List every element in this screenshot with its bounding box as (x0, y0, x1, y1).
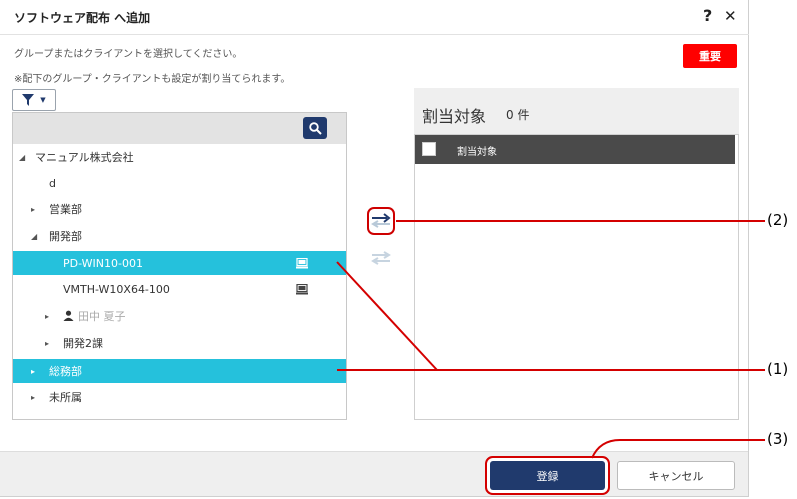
callout-2: (2) (767, 211, 789, 229)
callout-3: (3) (767, 430, 789, 448)
callout-1: (1) (767, 360, 789, 378)
callout-lines (336, 220, 765, 459)
